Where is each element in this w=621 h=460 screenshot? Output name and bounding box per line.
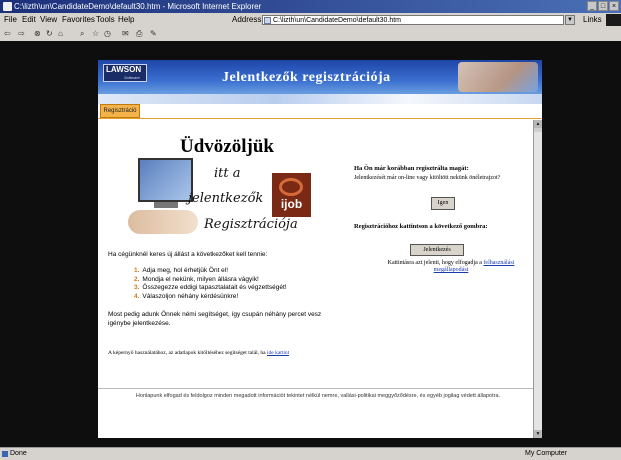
registered-heading: Ha Ön már korábban regisztrálta magát: <box>354 165 469 172</box>
terms-prefix: Kattintásra azt jelenti, hogy elfogadja … <box>387 260 482 266</box>
status-bar: Done My Computer <box>0 447 621 460</box>
help-text: Most pedig adunk Önnek némi segítséget, … <box>108 311 322 327</box>
list-item: 2. Mondja el nekünk, milyen állásra vágyi… <box>134 275 259 283</box>
ijob-logo: ijob <box>272 173 311 217</box>
menu-file[interactable]: File <box>4 13 17 27</box>
script-line-1: itt a <box>214 166 241 181</box>
forward-icon[interactable]: ⇨ <box>18 27 25 41</box>
menu-favorites[interactable]: Favorites <box>62 13 95 27</box>
footer-divider <box>98 388 533 389</box>
tab-registration[interactable]: Regisztráció <box>100 104 140 118</box>
ijob-text: ijob <box>280 197 303 211</box>
address-input[interactable]: C:\lizth\un\CandidateDemo\default30.htm <box>262 15 564 25</box>
page-banner: LAWSON Software Jelentkezők regisztráció… <box>98 60 542 94</box>
toolbar: ⇦ ⇨ ⊗ ↻ ⌂ ⌕ ☆ ◷ ✉ ⎙ ✎ <box>0 27 621 42</box>
menu-help[interactable]: Help <box>118 13 134 27</box>
welcome-heading: Üdvözöljük <box>180 136 274 157</box>
home-icon[interactable]: ⌂ <box>58 27 63 41</box>
apply-button[interactable]: Jelentkezés <box>410 244 464 256</box>
status-text: Done <box>10 450 27 457</box>
list-item: 1. Adja meg, hol érhetjük Önt el! <box>134 267 229 274</box>
edit-icon[interactable]: ✎ <box>150 27 157 41</box>
intro-text: Ha cégünknél keres új állást a következő… <box>108 251 268 258</box>
search-icon[interactable]: ⌕ <box>80 27 84 41</box>
page-icon <box>264 17 271 24</box>
window-titlebar: C:\lizth\un\CandidateDemo\default30.htm … <box>0 0 621 13</box>
help-link[interactable]: ide kattint <box>267 350 289 356</box>
banner-hands-image <box>458 62 538 92</box>
ie-app-icon <box>3 2 12 11</box>
mail-icon[interactable]: ✉ <box>122 27 129 41</box>
print-icon[interactable]: ⎙ <box>136 27 142 41</box>
scroll-down-icon[interactable]: ▼ <box>534 430 542 438</box>
scroll-thumb[interactable] <box>534 132 542 432</box>
help-link-prefix: A képernyő használatához, az adatlapok k… <box>108 350 266 356</box>
register-heading: Regisztrációhoz kattintson a következő g… <box>354 223 488 230</box>
address-dropdown-icon[interactable]: ▼ <box>565 15 575 25</box>
monitor-base-image <box>154 202 178 208</box>
menu-tools[interactable]: Tools <box>96 13 115 27</box>
window-controls: _ □ × <box>587 1 619 11</box>
terms-text: Kattintásra azt jelenti, hogy elfogadja … <box>376 260 526 274</box>
help-link-line: A képernyő használatához, az adatlapok k… <box>108 350 289 356</box>
lawson-logo: LAWSON Software <box>103 64 147 82</box>
registered-text: Jelentkezését már on-line vagy kitöltött… <box>354 175 501 181</box>
list-item: 4. Válaszoljon néhány kérdésünkre! <box>134 292 239 300</box>
page-scrollbar[interactable]: ▲ ▼ <box>533 120 542 438</box>
menu-view[interactable]: View <box>40 13 57 27</box>
page-done-icon <box>2 451 8 457</box>
refresh-icon[interactable]: ↻ <box>46 27 53 41</box>
logo-subtext: Software <box>124 75 140 80</box>
favorites-icon[interactable]: ☆ <box>92 27 99 41</box>
maximize-icon[interactable]: □ <box>598 1 608 11</box>
script-line-3: Regisztrációja <box>204 217 298 232</box>
cloud-band <box>98 94 542 104</box>
menu-bar: File Edit View Favorites Tools Help Addr… <box>0 13 621 27</box>
footer-text: Honlapunk elfogad és feldolgoz minden me… <box>135 393 501 399</box>
menu-edit[interactable]: Edit <box>22 13 36 27</box>
zone-text: My Computer <box>525 450 568 457</box>
back-icon[interactable]: ⇦ <box>4 27 11 41</box>
window-title: C:\lizth\un\CandidateDemo\default30.htm … <box>14 2 262 11</box>
steps-list: 1. Adja meg, hol érhetjük Önt el! 2. Mondj… <box>134 267 287 301</box>
address-value: C:\lizth\un\CandidateDemo\default30.htm <box>273 17 402 24</box>
hand-image <box>128 210 198 234</box>
close-icon[interactable]: × <box>609 1 619 11</box>
computer-monitor-image <box>138 158 193 202</box>
logo-text: LAWSON <box>106 65 142 74</box>
minimize-icon[interactable]: _ <box>587 1 597 11</box>
links-label[interactable]: Links <box>583 13 602 27</box>
list-item: 3. Összegezze eddigi tapasztalatait és vé… <box>134 284 287 291</box>
web-page: LAWSON Software Jelentkezők regisztráció… <box>98 60 542 438</box>
history-icon[interactable]: ◷ <box>104 27 111 41</box>
scroll-up-icon[interactable]: ▲ <box>534 120 542 128</box>
ijob-ring-icon <box>279 178 303 196</box>
script-line-2: jelentkezők <box>188 191 264 206</box>
address-label: Address <box>232 15 262 24</box>
stop-icon[interactable]: ⊗ <box>34 27 41 41</box>
tab-divider <box>98 118 542 119</box>
banner-title: Jelentkezők regisztrációja <box>222 70 391 85</box>
links-overflow-icon[interactable] <box>606 14 621 26</box>
yes-button[interactable]: Igen <box>431 197 455 210</box>
